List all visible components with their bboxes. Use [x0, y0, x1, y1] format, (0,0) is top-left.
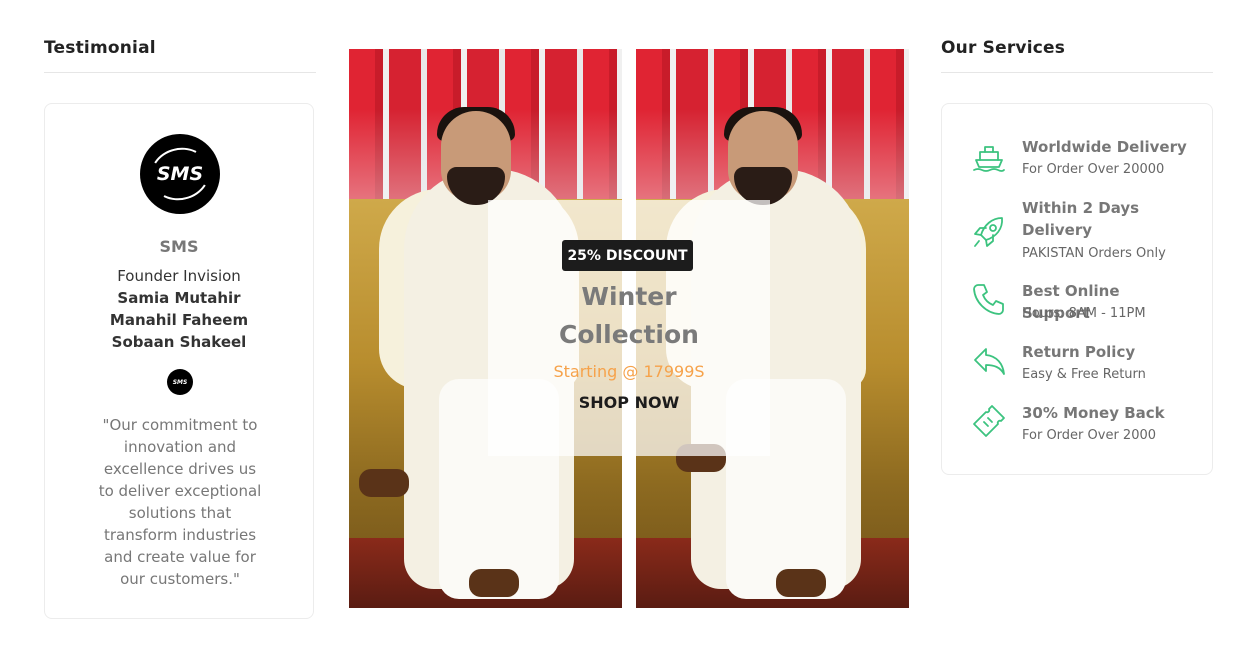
- services-card: Worldwide Delivery For Order Over 20000 …: [941, 103, 1213, 475]
- ticket-icon: [973, 405, 1005, 437]
- winter-collection-banner[interactable]: 25% DISCOUNT Winter Collection Starting …: [349, 49, 909, 608]
- service-subtitle: For Order Over 2000: [1022, 428, 1157, 443]
- service-subtitle: Hours: 8AM - 11PM: [1022, 306, 1146, 321]
- service-subtitle: PAKISTAN Orders Only: [1022, 246, 1166, 261]
- service-title: Return Policy: [1022, 343, 1136, 361]
- return-arrow-icon: [974, 348, 1005, 375]
- service-subtitle: Easy & Free Return: [1022, 367, 1146, 382]
- service-title: 30% Money Back: [1022, 404, 1165, 422]
- sms-logo: SMS: [140, 134, 220, 214]
- services-divider: [941, 72, 1213, 73]
- discount-badge: 25% DISCOUNT: [562, 240, 693, 271]
- testimonial-name: SMS: [159, 237, 199, 256]
- ship-icon: [973, 146, 1005, 172]
- banner-title-line1: Winter: [581, 282, 677, 311]
- banner-title-line2: Collection: [559, 320, 699, 349]
- service-title: Worldwide Delivery: [1022, 138, 1187, 156]
- testimonial-card: SMS SMS Founder Invision Samia Mutahir M…: [44, 103, 314, 619]
- testimonial-divider: [44, 72, 316, 73]
- phone-icon: [973, 284, 1004, 315]
- testimonial-role: Founder Invision: [117, 267, 241, 285]
- service-title: Within 2 Days Delivery: [1022, 199, 1140, 239]
- shop-now-link[interactable]: SHOP NOW: [488, 393, 770, 412]
- service-subtitle: For Order Over 20000: [1022, 162, 1165, 177]
- sms-small-logo: SMS: [167, 369, 193, 395]
- rocket-icon: [974, 217, 1003, 247]
- services-heading: Our Services: [941, 38, 1066, 58]
- testimonial-quote: "Our commitment to innovation and excell…: [98, 416, 262, 588]
- banner-price: Starting @ 17999S: [553, 362, 705, 381]
- testimonial-heading: Testimonial: [44, 38, 156, 58]
- team-member: Samia Mutahir: [117, 289, 241, 307]
- team-member: Manahil Faheem: [109, 311, 249, 329]
- team-member: Sobaan Shakeel: [111, 333, 247, 351]
